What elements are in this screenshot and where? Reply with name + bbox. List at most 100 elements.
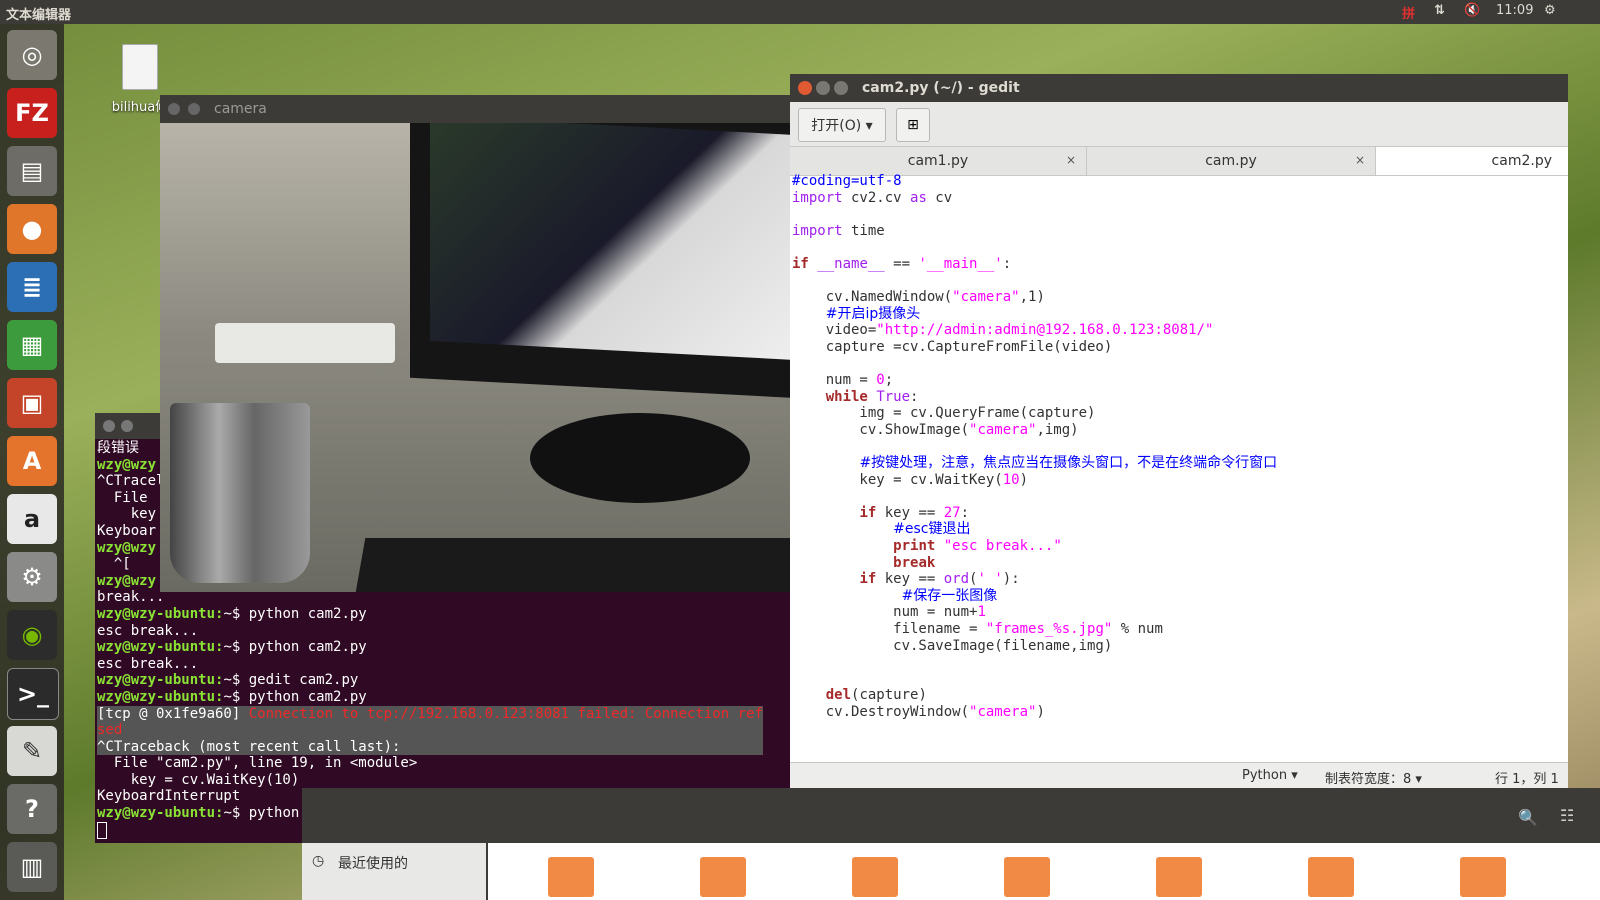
output-text: File "cam2.py", line 19, in <module>	[97, 755, 418, 772]
launcher: ◎ FZ ▤ ● ≣ ▦ ▣ A a ⚙ ◉ >_ ✎ ? ▥	[0, 24, 64, 900]
output-text: [tcp @ 0x1fe9a60]	[97, 705, 249, 722]
terminal-line: wzy@wzy-ubuntu:~$ gedit cam2.py	[97, 672, 763, 689]
files-content	[488, 843, 1600, 900]
tab-cam2-active[interactable]: cam2.py	[1376, 147, 1568, 175]
mug-shape	[170, 403, 310, 583]
view-list-icon[interactable]: ☷	[1560, 806, 1574, 825]
software-center-icon[interactable]: A	[7, 436, 57, 486]
input-method-indicator[interactable]: 拼	[1402, 3, 1415, 22]
volume-mute-icon[interactable]: 🔇	[1464, 3, 1480, 18]
terminal-line: sed	[97, 722, 763, 739]
folder-icon[interactable]	[548, 857, 594, 897]
new-document-icon[interactable]: ⊞	[896, 108, 930, 142]
folder-icon[interactable]	[1004, 857, 1050, 897]
calc-icon[interactable]: ▦	[7, 320, 57, 370]
keyboard-shape	[354, 538, 790, 592]
close-tab-icon[interactable]: ×	[1066, 153, 1076, 167]
folder-icon[interactable]	[700, 857, 746, 897]
output-text: esc break...	[97, 622, 199, 639]
writer-icon[interactable]: ≣	[7, 262, 57, 312]
files-window[interactable]: 🔍 ☷ ◷ 最近使用的	[302, 788, 1600, 900]
top-panel: 文本编辑器 拼 ⇅ 🔇 11:09 ⚙	[0, 0, 1600, 24]
minimize-icon[interactable]	[816, 81, 830, 95]
trash-icon[interactable]: ▥	[7, 842, 57, 892]
output-text: KeyboardInterrupt	[97, 788, 241, 805]
prompt: wzy@wzy-ubuntu:	[97, 639, 224, 656]
output-text: ^CTracel	[97, 473, 165, 490]
cursor	[97, 821, 107, 839]
power-strip	[215, 323, 395, 363]
folder-icon[interactable]	[852, 857, 898, 897]
maximize-icon[interactable]	[834, 81, 848, 95]
output-text: ~$ gedit cam2.py	[223, 672, 359, 689]
output-text: esc break...	[97, 655, 199, 672]
terminal-line: wzy@wzy-ubuntu:~$ python cam2.py	[97, 689, 763, 706]
status-bar: Python ▾ 制表符宽度：8 ▾ 行 1，列 1	[790, 762, 1568, 789]
files-icon[interactable]: ▤	[7, 146, 57, 196]
close-tab-icon[interactable]: ×	[1355, 153, 1365, 167]
document-tabs: cam1.py × cam.py × cam2.py	[790, 147, 1568, 176]
amazon-icon[interactable]: a	[7, 494, 57, 544]
firefox-icon[interactable]: ●	[7, 204, 57, 254]
monitor-stand	[530, 413, 750, 503]
cursor-position: 行 1，列 1	[1495, 772, 1559, 787]
clock-icon: ◷	[312, 853, 325, 869]
output-text: ~$ python cam2.py	[223, 688, 367, 705]
prompt: wzy@wzy-ubuntu:	[97, 672, 224, 689]
output-text: key = cv.WaitKey(10)	[97, 771, 300, 788]
folder-icon[interactable]	[1156, 857, 1202, 897]
terminal-line: wzy@wzy-ubuntu:~$ python cam2.py	[97, 606, 763, 623]
output-text: Keyboar	[97, 522, 157, 539]
text-editor-icon[interactable]: ✎	[7, 726, 57, 776]
tab-cam[interactable]: cam.py ×	[1087, 147, 1376, 175]
prompt: wzy@wzy-ubuntu:	[97, 688, 224, 705]
prompt: wzy@wzy-ubuntu:	[97, 805, 224, 822]
terminal-line: ^CTraceback (most recent call last):	[97, 738, 763, 756]
search-icon[interactable]: 🔍	[1518, 808, 1538, 827]
code-editor[interactable]: #coding=utf-8 import cv2.cv as cv import…	[792, 173, 1277, 721]
tab-width-selector[interactable]: 制表符宽度：8 ▾	[1325, 768, 1422, 787]
monitor-shape	[410, 123, 790, 399]
terminal-line: File "cam2.py", line 19, in <module>	[97, 755, 763, 772]
window-title: cam2.py (~/) - gedit	[862, 80, 1020, 96]
folder-icon[interactable]	[1308, 857, 1354, 897]
tab-label: cam.py	[1205, 153, 1257, 169]
gedit-titlebar[interactable]: cam2.py (~/) - gedit	[790, 74, 1568, 102]
camera-window[interactable]: camera	[160, 95, 790, 592]
clock[interactable]: 11:09	[1496, 3, 1533, 18]
camera-titlebar[interactable]: camera	[160, 95, 790, 123]
language-selector[interactable]: Python ▾	[1242, 768, 1298, 783]
filezilla-icon[interactable]: FZ	[7, 88, 57, 138]
sidebar-item-recent[interactable]: 最近使用的	[338, 853, 408, 873]
close-icon[interactable]	[103, 420, 115, 432]
open-button[interactable]: 打开(O) ▾	[798, 108, 886, 142]
camera-title: camera	[214, 101, 267, 117]
terminal-line: [tcp @ 0x1fe9a60] Connection to tcp://19…	[97, 705, 763, 723]
dash-icon[interactable]: ◎	[7, 30, 57, 80]
minimize-icon[interactable]	[188, 103, 200, 115]
folder-icon[interactable]	[1460, 857, 1506, 897]
terminal-icon[interactable]: >_	[7, 668, 59, 720]
output-text: 段错误	[97, 440, 139, 456]
gedit-toolbar: 打开(O) ▾ ⊞	[790, 102, 1568, 147]
nvidia-icon[interactable]: ◉	[7, 610, 57, 660]
close-icon[interactable]	[168, 103, 180, 115]
system-settings-icon[interactable]: ⚙	[7, 552, 57, 602]
settings-gear-icon[interactable]: ⚙	[1544, 3, 1556, 18]
workspace-icon[interactable]: ?	[7, 784, 57, 834]
close-icon[interactable]	[798, 81, 812, 95]
error-text: sed	[97, 722, 123, 739]
output-text: break...	[97, 589, 165, 606]
document-icon	[122, 44, 158, 90]
output-text: ^CTraceback (most recent call last):	[97, 738, 401, 755]
monitor-screen	[430, 123, 790, 360]
prompt: wzy@wzy-ubuntu:	[97, 605, 224, 622]
impress-icon[interactable]: ▣	[7, 378, 57, 428]
output-text: ~$ python cam2.py	[223, 639, 367, 656]
minimize-icon[interactable]	[121, 420, 133, 432]
gedit-window[interactable]: cam2.py (~/) - gedit 打开(O) ▾ ⊞ cam1.py ×…	[790, 74, 1568, 789]
tab-label: cam1.py	[907, 153, 969, 169]
tab-cam1[interactable]: cam1.py ×	[790, 147, 1087, 175]
camera-feed	[160, 123, 790, 592]
network-icon[interactable]: ⇅	[1434, 3, 1445, 18]
